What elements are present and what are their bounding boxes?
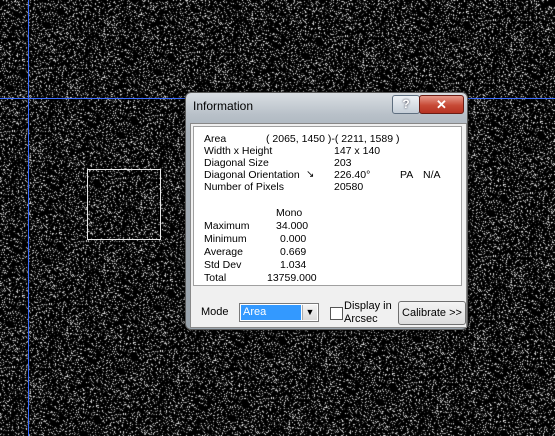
display-arcsec-label-line1: Display in — [344, 300, 392, 312]
mode-label: Mode — [201, 306, 229, 318]
display-arcsec-label-line2: Arcsec — [344, 313, 378, 325]
label-average: Average — [204, 246, 243, 258]
value-average: 0.669 — [280, 246, 307, 258]
information-dialog: Information ? ✕ Area ( 2065, 1450 )-( 22… — [185, 92, 468, 330]
value-pa: N/A — [423, 169, 441, 181]
value-area: ( 2065, 1450 )-( 2211, 1589 ) — [266, 133, 400, 145]
value-number-of-pixels: 20580 — [334, 181, 364, 193]
label-diagonal-orientation: Diagonal Orientation — [204, 169, 300, 181]
chevron-down-icon[interactable]: ▼ — [302, 305, 317, 320]
dialog-titlebar[interactable]: Information ? ✕ — [186, 93, 467, 119]
value-maximum: 34.000 — [276, 220, 309, 232]
calibrate-button[interactable]: Calibrate >> — [398, 301, 466, 325]
value-diagonal-size: 203 — [334, 157, 352, 169]
help-button[interactable]: ? — [392, 95, 420, 114]
close-button[interactable]: ✕ — [419, 95, 464, 114]
label-diagonal-size: Diagonal Size — [204, 157, 269, 169]
value-minimum: 0.000 — [280, 233, 307, 245]
mode-dropdown[interactable]: Area ▼ — [239, 303, 319, 322]
label-width-height: Width x Height — [204, 145, 273, 157]
label-minimum: Minimum — [204, 233, 247, 245]
vertical-guide-line[interactable] — [28, 0, 29, 436]
label-maximum: Maximum — [204, 220, 250, 232]
value-total: 13759.000 — [267, 272, 317, 284]
display-arcsec-checkbox[interactable] — [330, 307, 343, 320]
label-total: Total — [204, 272, 227, 284]
orientation-arrow-icon: ↘ — [306, 169, 315, 180]
value-std-dev: 1.034 — [280, 259, 307, 271]
label-std-dev: Std Dev — [204, 259, 242, 271]
selection-rectangle[interactable] — [87, 169, 161, 240]
value-diagonal-orientation: 226.40° — [334, 169, 371, 181]
dialog-body: Area ( 2065, 1450 )-( 2211, 1589 ) Width… — [190, 123, 467, 328]
label-pa: PA — [400, 169, 414, 181]
label-number-of-pixels: Number of Pixels — [204, 181, 284, 193]
value-width-height: 147 x 140 — [334, 145, 381, 157]
stats-header-mono: Mono — [276, 207, 303, 219]
dialog-title: Information — [193, 99, 254, 113]
info-panel: Area ( 2065, 1450 )-( 2211, 1589 ) Width… — [193, 126, 462, 286]
label-area: Area — [204, 133, 227, 145]
mode-selected-value: Area — [241, 305, 301, 320]
